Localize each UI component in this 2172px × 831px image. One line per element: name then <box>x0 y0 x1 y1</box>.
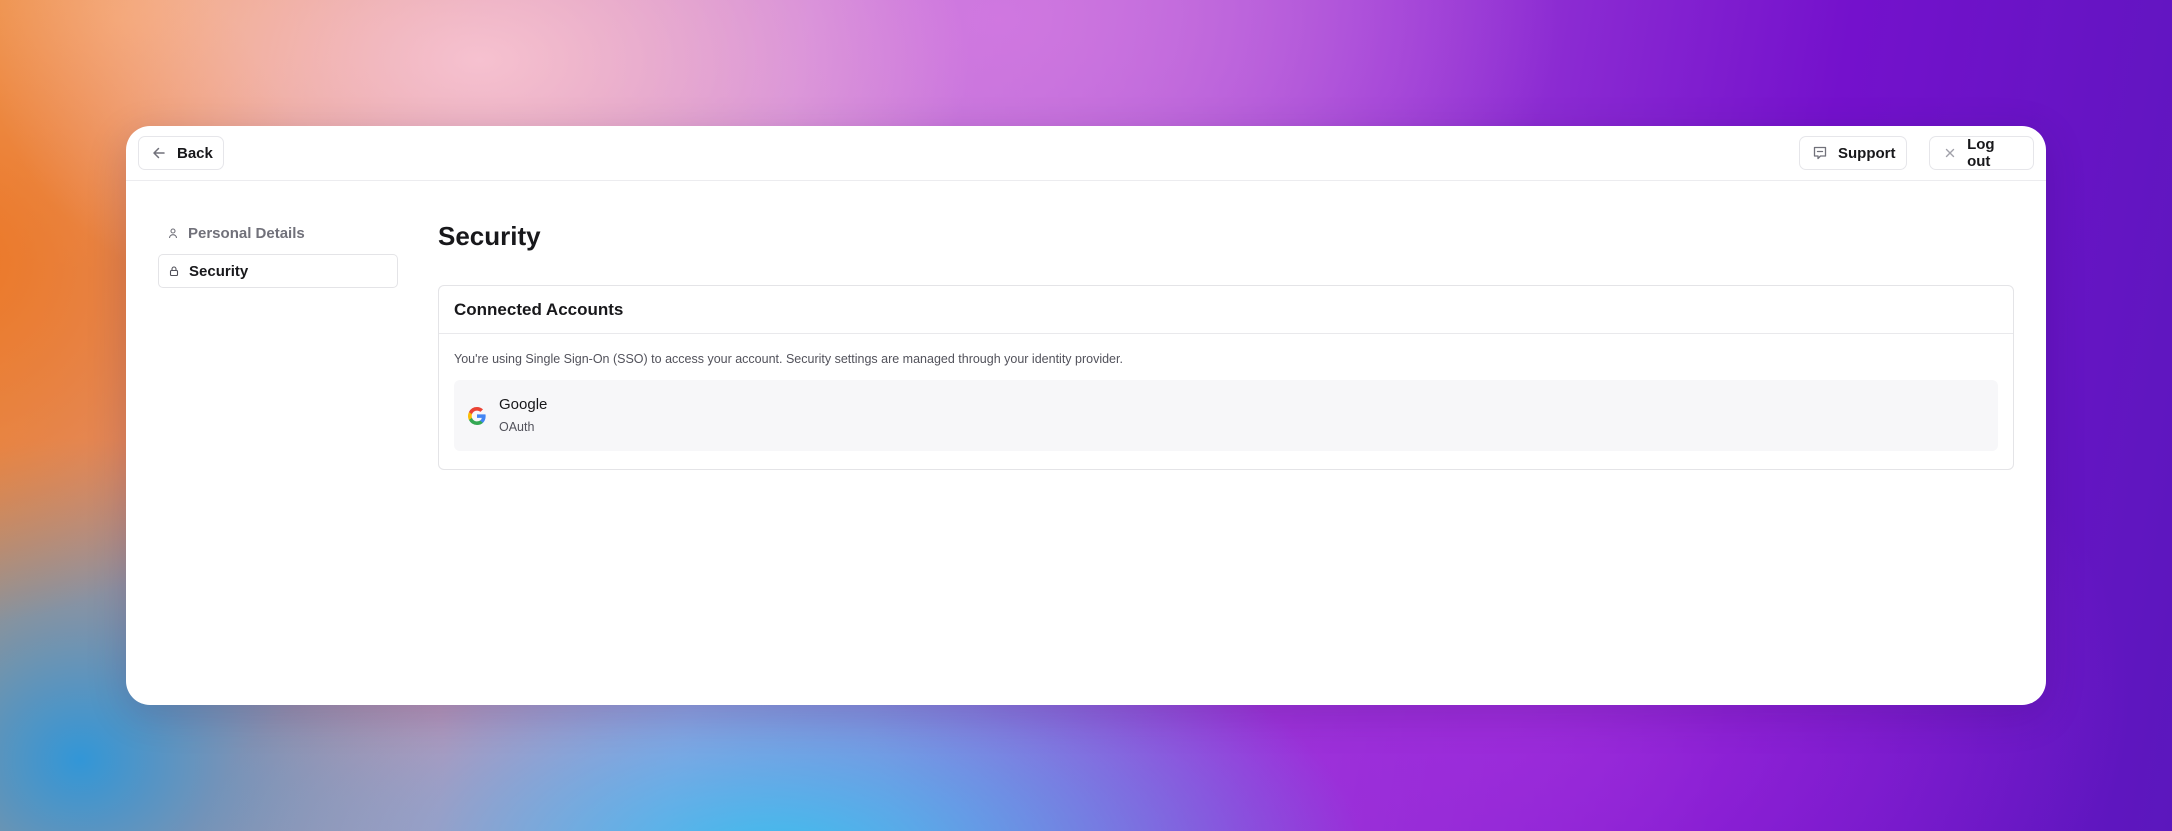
back-button[interactable]: Back <box>138 136 224 170</box>
account-type: OAuth <box>499 420 535 434</box>
sidebar-item-personal-details[interactable]: Personal Details <box>158 216 398 250</box>
connected-accounts-card: Connected Accounts You're using Single S… <box>438 285 2014 470</box>
sidebar-item-label: Security <box>189 262 249 280</box>
lock-icon <box>168 265 180 277</box>
page-title: Security <box>438 221 541 251</box>
sso-description: You're using Single Sign-On (SSO) to acc… <box>454 352 1123 366</box>
message-square-icon <box>1812 145 1828 161</box>
google-icon <box>468 406 486 425</box>
card-title: Connected Accounts <box>439 286 2013 334</box>
sidebar-item-security[interactable]: Security <box>158 254 398 288</box>
settings-window: Back Support Log out Personal Details Se… <box>126 126 2046 705</box>
sidebar-item-label: Personal Details <box>188 224 305 242</box>
card-body: You're using Single Sign-On (SSO) to acc… <box>439 334 2013 451</box>
support-label: Support <box>1838 144 1896 162</box>
top-bar: Back Support Log out <box>126 126 2046 181</box>
main-content: Security Connected Accounts You're using… <box>438 216 2014 470</box>
back-label: Back <box>177 144 213 162</box>
connected-account-item: Google OAuth <box>454 380 1998 451</box>
arrow-left-icon <box>151 145 167 161</box>
account-name: Google <box>499 396 548 413</box>
user-icon <box>167 227 179 239</box>
settings-sidebar: Personal Details Security <box>158 216 398 292</box>
close-icon <box>1942 145 1957 161</box>
account-text: Google OAuth <box>499 395 547 436</box>
support-button[interactable]: Support <box>1799 136 1907 170</box>
logout-button[interactable]: Log out <box>1929 136 2034 170</box>
logout-label: Log out <box>1967 136 1995 170</box>
